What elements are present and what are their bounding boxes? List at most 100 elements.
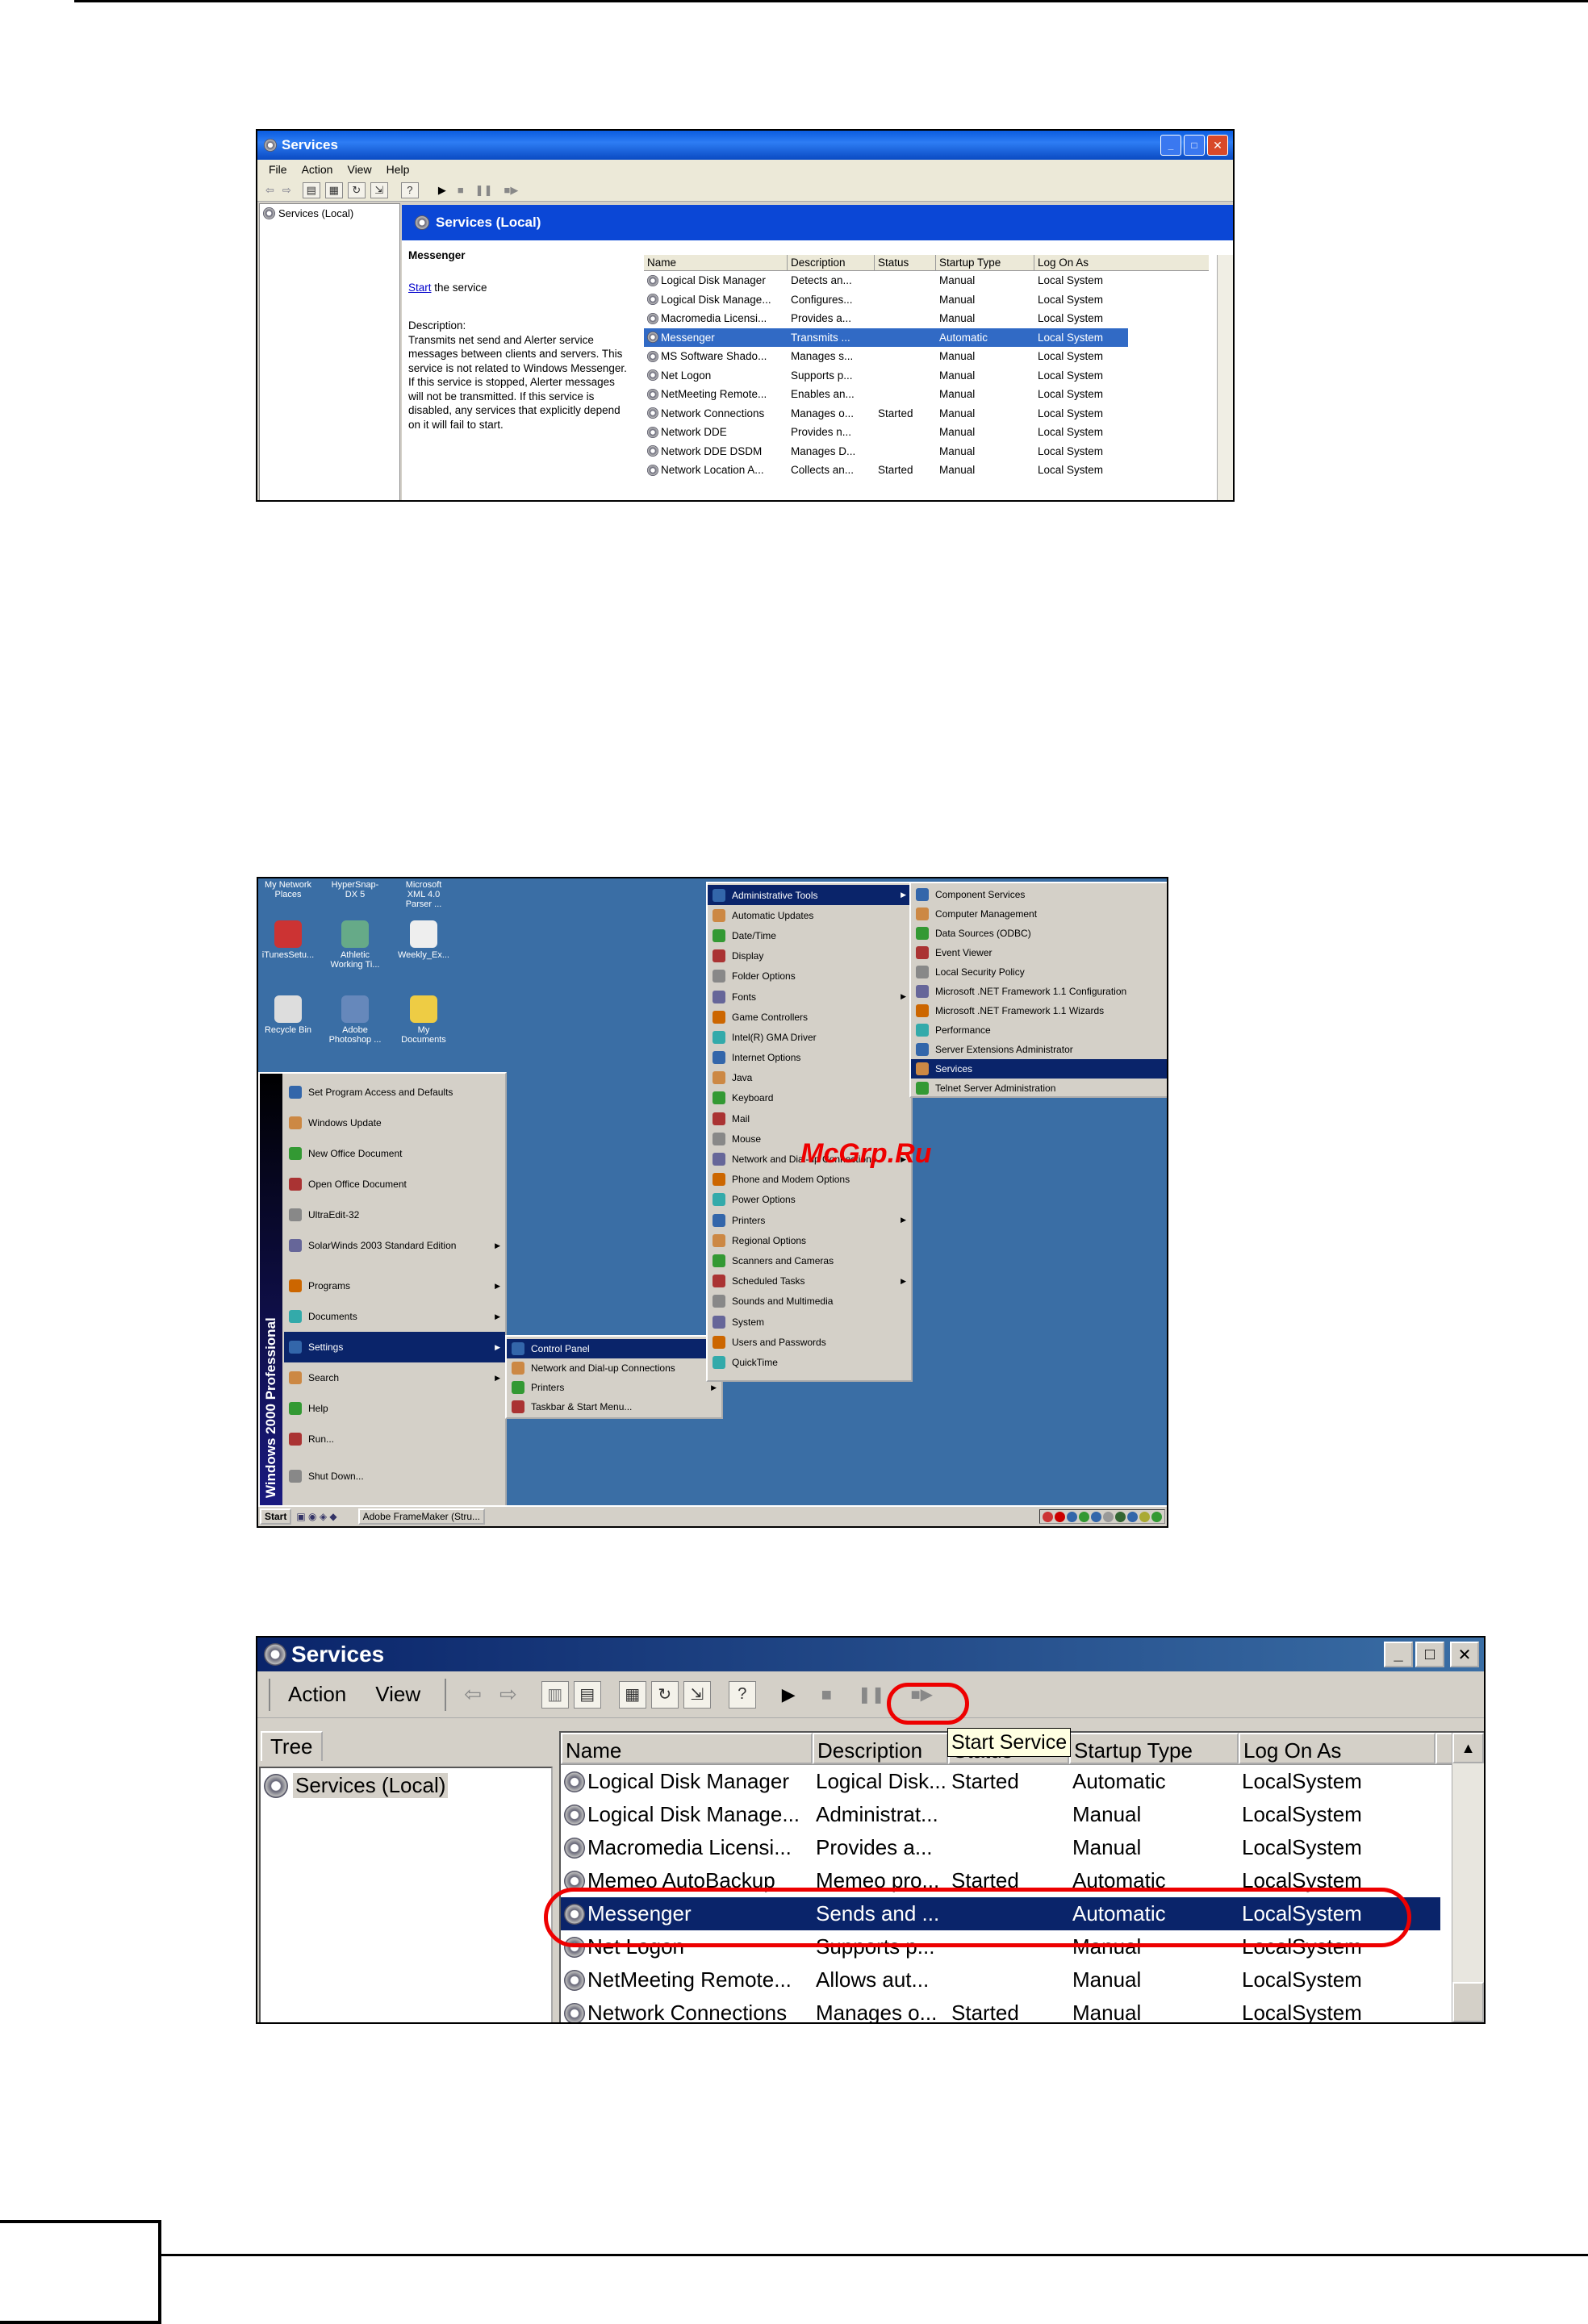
menu-item[interactable]: Power Options: [708, 1190, 911, 1210]
menu-item[interactable]: Control Panel▶: [507, 1339, 721, 1358]
forward-icon[interactable]: ⇨: [282, 184, 291, 197]
menu-item[interactable]: Display: [708, 946, 911, 966]
col-logon[interactable]: Log On As: [1239, 1733, 1435, 1764]
menu-item[interactable]: Data Sources (ODBC): [911, 924, 1167, 943]
menu-item[interactable]: Microsoft .NET Framework 1.1 Configurati…: [911, 982, 1167, 1001]
start-service-icon[interactable]: ▶: [782, 1684, 796, 1705]
tray-icon[interactable]: [1127, 1511, 1138, 1522]
maximize-button[interactable]: □: [1415, 1642, 1444, 1667]
pause-service-icon[interactable]: ❚❚: [858, 1684, 885, 1704]
table-row[interactable]: MS Software Shado... Manages s... Manual Lo…: [644, 347, 1128, 366]
menu-item[interactable]: Fonts ▶: [708, 987, 911, 1007]
menu-item[interactable]: Printers ▶: [507, 1378, 721, 1397]
show-tree-icon[interactable]: ▤: [302, 181, 320, 198]
restart-service-icon[interactable]: ■▶: [504, 184, 518, 197]
col-logon[interactable]: Log On As: [1034, 255, 1115, 270]
menu-item[interactable]: UltraEdit-32: [284, 1200, 505, 1230]
table-row[interactable]: NetMeeting Remote... Enables an... Manual L…: [644, 385, 1128, 404]
desktop-icon[interactable]: My Network Places: [260, 880, 316, 899]
close-button[interactable]: ✕: [1450, 1642, 1479, 1667]
desktop-icon[interactable]: Microsoft XML 4.0 Parser ...: [395, 880, 452, 909]
menu-help[interactable]: Help: [387, 163, 410, 176]
table-row[interactable]: Network Location A... Collects an... Start…: [644, 461, 1128, 480]
menu-item[interactable]: Taskbar & Start Menu...: [507, 1397, 721, 1417]
tree-item-services-local[interactable]: Services (Local): [263, 207, 396, 219]
tree-item-services-local[interactable]: Services (Local): [264, 1773, 548, 1798]
menu-item[interactable]: Intel(R) GMA Driver: [708, 1027, 911, 1047]
menu-item[interactable]: Users and Passwords: [708, 1332, 911, 1352]
menu-item[interactable]: Printers ▶: [708, 1210, 911, 1230]
maximize-button[interactable]: □: [1184, 135, 1205, 156]
minimize-button[interactable]: _: [1160, 135, 1181, 156]
table-row[interactable]: Messenger Transmits ... Automatic Local Sys…: [644, 328, 1128, 347]
menu-item[interactable]: Search ▶: [284, 1362, 505, 1393]
menu-item[interactable]: Microsoft .NET Framework 1.1 Wizards: [911, 1001, 1167, 1020]
desktop-icon[interactable]: Weekly_Ex...: [395, 920, 452, 960]
back-icon[interactable]: ⇦: [464, 1682, 482, 1707]
close-button[interactable]: ✕: [1207, 135, 1228, 156]
menu-item[interactable]: Programs ▶: [284, 1270, 505, 1301]
col-startup[interactable]: Startup Type: [1069, 1733, 1239, 1764]
up-icon[interactable]: ▥: [541, 1680, 569, 1709]
scrollbar[interactable]: ▲: [1452, 1733, 1484, 2022]
menu-item[interactable]: Performance: [911, 1020, 1167, 1040]
menu-item[interactable]: Windows Update: [284, 1108, 505, 1138]
help-icon[interactable]: ?: [728, 1680, 756, 1709]
tray-icon[interactable]: [1043, 1511, 1053, 1522]
tray-icon[interactable]: [1055, 1511, 1065, 1522]
properties-icon[interactable]: ▦: [324, 181, 343, 198]
menu-item[interactable]: Services: [911, 1059, 1167, 1079]
col-name[interactable]: Name: [561, 1733, 813, 1764]
desktop-icon[interactable]: My Documents: [395, 995, 452, 1045]
scroll-up-icon[interactable]: ▲: [1452, 1733, 1484, 1763]
col-description[interactable]: Description: [788, 255, 875, 270]
tray-icon[interactable]: [1139, 1511, 1150, 1522]
table-row[interactable]: Network Connections Manages o... Started Ma…: [644, 404, 1128, 423]
table-row[interactable]: Network DDE Provides n... Manual Local Syst…: [644, 423, 1128, 442]
menu-item[interactable]: Regional Options: [708, 1230, 911, 1250]
table-row[interactable]: NetMeeting Remote... Allows aut... Manual L…: [561, 1963, 1440, 1996]
table-row[interactable]: Net Logon Supports p... Manual Local System: [644, 366, 1128, 386]
table-row[interactable]: Network DDE DSDM Manages D... Manual Local …: [644, 442, 1128, 461]
col-description[interactable]: Description: [813, 1733, 948, 1764]
menu-item[interactable]: Folder Options: [708, 966, 911, 987]
minimize-button[interactable]: _: [1384, 1642, 1413, 1667]
table-row[interactable]: Logical Disk Manage... Administrat... Manu…: [561, 1798, 1440, 1831]
menu-item[interactable]: Scheduled Tasks ▶: [708, 1271, 911, 1291]
menu-item[interactable]: Game Controllers: [708, 1007, 911, 1027]
menu-item[interactable]: Set Program Access and Defaults: [284, 1077, 505, 1108]
desktop-icon[interactable]: iTunesSetu...: [260, 920, 316, 960]
desktop-icon[interactable]: HyperSnap-DX 5: [327, 880, 383, 899]
tray-icon[interactable]: [1091, 1511, 1101, 1522]
menu-item[interactable]: Component Services: [911, 885, 1167, 904]
tray-icon[interactable]: [1115, 1511, 1126, 1522]
export-icon[interactable]: ⇲: [370, 181, 388, 198]
refresh-icon[interactable]: ↻: [347, 181, 366, 198]
menu-item[interactable]: Shut Down...: [284, 1461, 505, 1492]
properties-icon[interactable]: ▦: [618, 1680, 646, 1709]
table-row[interactable]: Logical Disk Manage... Configures... Manua…: [644, 290, 1128, 310]
col-startup[interactable]: Startup Type: [936, 255, 1034, 270]
export-icon[interactable]: ⇲: [683, 1680, 711, 1709]
forward-icon[interactable]: ⇨: [499, 1682, 517, 1707]
menu-item[interactable]: Open Office Document: [284, 1169, 505, 1200]
table-row[interactable]: Macromedia Licensi... Provides a... Manual…: [561, 1831, 1440, 1864]
tray-icon[interactable]: [1103, 1511, 1114, 1522]
menu-item[interactable]: Help: [284, 1393, 505, 1424]
menu-item[interactable]: Documents ▶: [284, 1301, 505, 1332]
table-row[interactable]: Logical Disk Manager Detects an... Manual L…: [644, 271, 1128, 290]
show-tree-icon[interactable]: ▤: [573, 1680, 601, 1709]
pause-service-icon[interactable]: ❚❚: [475, 184, 493, 197]
table-row[interactable]: Macromedia Licensi... Provides a... Manual…: [644, 309, 1128, 328]
menu-action[interactable]: Action: [288, 1682, 346, 1707]
menu-item[interactable]: Computer Management: [911, 904, 1167, 924]
tray-icon[interactable]: [1079, 1511, 1089, 1522]
menu-item[interactable]: Settings ▶: [284, 1332, 505, 1362]
menu-item[interactable]: Automatic Updates: [708, 905, 911, 925]
tree-tab[interactable]: Tree: [261, 1731, 323, 1761]
menu-item[interactable]: Phone and Modem Options: [708, 1170, 911, 1190]
taskbar-task[interactable]: Adobe FrameMaker (Stru...: [357, 1508, 486, 1525]
menu-item[interactable]: Run...: [284, 1424, 505, 1454]
menu-item[interactable]: New Office Document: [284, 1138, 505, 1169]
menu-item[interactable]: Internet Options: [708, 1048, 911, 1068]
